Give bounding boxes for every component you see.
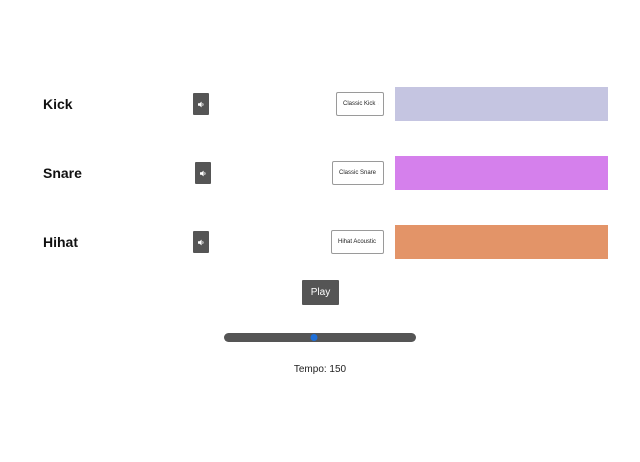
speaker-icon: [199, 170, 205, 176]
sound-select[interactable]: Classic Snare: [332, 161, 384, 185]
play-button[interactable]: Play: [302, 280, 339, 305]
track-name: Kick: [43, 96, 73, 112]
select-value: Classic Kick: [343, 101, 376, 107]
track-name: Snare: [43, 165, 82, 181]
speaker-icon: [197, 239, 203, 245]
pattern-bar[interactable]: [395, 87, 608, 121]
sound-select[interactable]: Hihat Acoustic: [331, 230, 384, 254]
sound-select[interactable]: Classic Kick: [336, 92, 384, 116]
pattern-bar[interactable]: [395, 156, 608, 190]
tempo-label: Tempo: 150: [293, 364, 347, 375]
tempo-slider-thumb[interactable]: [310, 334, 318, 341]
mute-button[interactable]: [193, 231, 209, 253]
chevron-down-icon: [378, 103, 379, 105]
tempo-slider[interactable]: [224, 333, 416, 342]
mute-button[interactable]: [193, 93, 209, 115]
mute-button[interactable]: [195, 162, 211, 184]
select-value: Hihat Acoustic: [338, 239, 377, 245]
speaker-icon: [197, 101, 203, 107]
pattern-bar[interactable]: [395, 225, 608, 259]
select-value: Classic Snare: [339, 170, 377, 176]
track-name: Hihat: [43, 234, 78, 250]
